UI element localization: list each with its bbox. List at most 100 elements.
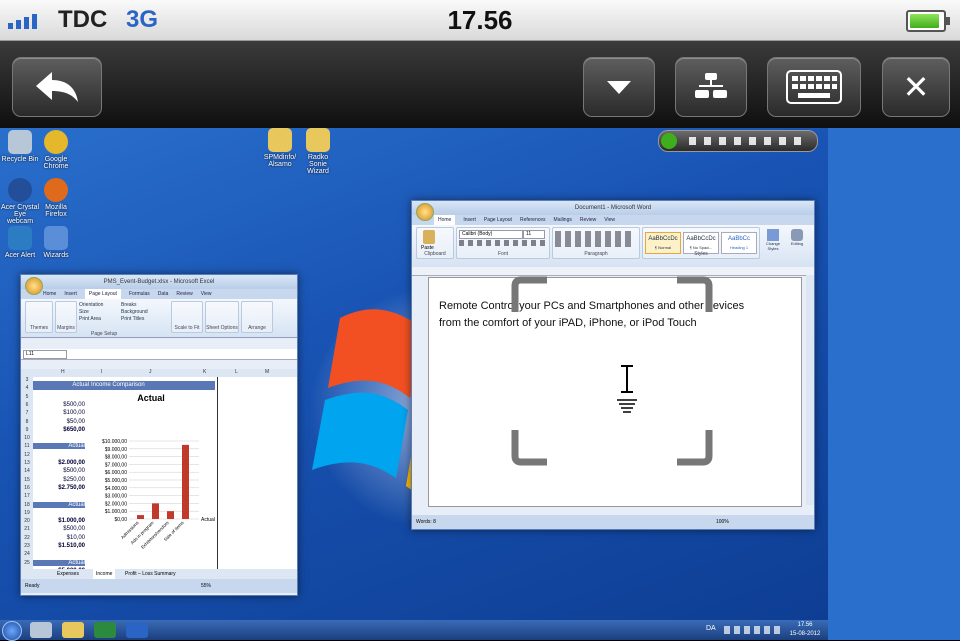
row-number[interactable]: 11 <box>21 443 33 449</box>
folder-taskbar-icon[interactable] <box>62 622 84 638</box>
word-vertical-scrollbar[interactable] <box>806 275 814 505</box>
dropdown-button[interactable] <box>583 57 655 117</box>
remote-session-bar[interactable] <box>658 130 818 152</box>
close-button[interactable]: ✕ <box>882 57 950 117</box>
row-number[interactable]: 24 <box>21 551 33 557</box>
value-cell[interactable]: $500,00 <box>33 526 85 532</box>
margins-button[interactable]: Margins <box>55 301 77 333</box>
col-j[interactable]: J <box>149 369 152 375</box>
value-cell[interactable]: $10,00 <box>33 535 85 541</box>
row-number[interactable]: 18 <box>21 502 33 508</box>
value-cell[interactable]: $500,00 <box>33 402 85 408</box>
excel-grid[interactable]: H I J K L M 3 4 5 6 7 8 9 10 11 12 13 14 15 16 17 18 19 2… <box>21 369 297 574</box>
desktop-icon-recycle-bin[interactable]: Recycle Bin <box>0 130 40 163</box>
start-button[interactable] <box>2 621 22 641</box>
value-cell[interactable]: $100,00 <box>33 410 85 416</box>
row-number[interactable]: 14 <box>21 468 33 474</box>
back-button[interactable] <box>12 57 102 117</box>
desktop-icon-chrome[interactable]: Google Chrome <box>36 130 76 170</box>
value-cell[interactable]: $50,00 <box>33 419 85 425</box>
word-window[interactable]: Document1 - Microsoft Word Home Insert P… <box>411 200 815 530</box>
taskbar-clock[interactable]: 17.56 15-08-2012 <box>784 621 826 639</box>
word-tab-references[interactable]: References <box>520 215 546 225</box>
arrange-button[interactable]: Arrange <box>241 301 273 333</box>
connections-button[interactable] <box>675 57 747 117</box>
name-box[interactable]: L11 <box>23 350 67 359</box>
word-zoom[interactable]: 100% <box>716 515 729 529</box>
excel-tab-data[interactable]: Data <box>158 289 169 299</box>
clipboard-group[interactable]: Paste Clipboard <box>416 227 454 259</box>
themes-group[interactable]: Themes <box>25 301 53 333</box>
excel-tab-page-layout[interactable]: Page Layout <box>84 289 121 299</box>
row-number[interactable]: 17 <box>21 493 33 499</box>
row-number[interactable]: 25 <box>21 560 33 566</box>
desktop-icon-folder-2[interactable]: Radko Sonie Wizard <box>298 128 338 175</box>
word-tab-home[interactable]: Home <box>434 215 456 225</box>
word-taskbar-icon[interactable] <box>126 622 148 638</box>
change-styles-button[interactable]: Change Styles <box>762 229 784 251</box>
actual-bar-chart[interactable]: $10.000,00 $9.000,00 $8.000,00$7.000,00 $6.… <box>89 431 217 569</box>
col-k[interactable]: K <box>203 369 206 375</box>
value-cell[interactable]: Actual <box>33 443 85 450</box>
excel-tab-view[interactable]: View <box>201 289 212 299</box>
row-number[interactable]: 13 <box>21 460 33 466</box>
remote-desktop[interactable]: Recycle Bin Google Chrome Acer Crystal E… <box>0 128 828 620</box>
row-number[interactable]: 4 <box>21 385 33 391</box>
keyboard-button[interactable] <box>767 57 861 117</box>
font-name-box[interactable]: Calibri (Body) <box>459 230 523 239</box>
system-tray-icons[interactable] <box>724 626 780 634</box>
word-titlebar[interactable]: Document1 - Microsoft Word <box>412 201 814 215</box>
desktop-icon-webcam[interactable]: Acer Crystal Eye webcam <box>0 178 40 225</box>
row-number[interactable]: 23 <box>21 543 33 549</box>
desktop-icon-wizards[interactable]: Wizards <box>36 226 76 259</box>
document-body[interactable]: Remote Control your PCs and Smartphones … <box>439 298 799 332</box>
row-number[interactable]: 8 <box>21 419 33 425</box>
page-setup-options[interactable]: Orientation Size Print Area <box>79 302 103 323</box>
row-number[interactable]: 9 <box>21 427 33 433</box>
desktop-icon-folder-1[interactable]: SPMdinfo/ Alsamo <box>260 128 300 168</box>
excel-titlebar[interactable]: PMS_Event-Budget.xlsx - Microsoft Excel <box>21 275 297 289</box>
excel-tab-review[interactable]: Review <box>176 289 192 299</box>
word-tab-insert[interactable]: Insert <box>463 215 476 225</box>
office-button-icon[interactable] <box>25 277 43 295</box>
sheet-tab-expenses[interactable]: Expenses <box>57 569 79 579</box>
sheet-options-button[interactable]: Sheet Options <box>205 301 239 333</box>
col-m[interactable]: M <box>265 369 269 375</box>
value-cell[interactable]: $1.510,00 <box>33 543 85 549</box>
value-cell[interactable]: $1.000,00 <box>33 518 85 524</box>
desktop-icon-firefox[interactable]: Mozilla Firefox <box>36 178 76 218</box>
sheet-tab-profit-loss[interactable]: Profit – Loss Summary <box>125 569 176 579</box>
page-setup-options-2[interactable]: Breaks Background Print Titles <box>121 302 148 323</box>
word-tab-review[interactable]: Review <box>580 215 596 225</box>
row-number[interactable]: 6 <box>21 402 33 408</box>
row-number[interactable]: 7 <box>21 410 33 416</box>
excel-tab-insert[interactable]: Insert <box>64 289 77 299</box>
col-h[interactable]: H <box>61 369 65 375</box>
font-size-box[interactable]: 11 <box>523 230 545 239</box>
value-cell[interactable]: $500,00 <box>33 468 85 474</box>
excel-taskbar-icon[interactable] <box>94 622 116 638</box>
paragraph-buttons[interactable] <box>555 231 635 247</box>
scale-to-fit-button[interactable]: Scale to Fit <box>171 301 203 333</box>
col-i[interactable]: I <box>101 369 102 375</box>
row-number[interactable]: 15 <box>21 477 33 483</box>
word-tab-page-layout[interactable]: Page Layout <box>484 215 512 225</box>
row-number[interactable]: 12 <box>21 452 33 458</box>
value-cell[interactable]: $650,00 <box>33 427 85 433</box>
row-number[interactable]: 10 <box>21 435 33 441</box>
row-number[interactable]: 20 <box>21 518 33 524</box>
value-cell[interactable]: $250,00 <box>33 477 85 483</box>
word-tab-mailings[interactable]: Mailings <box>554 215 572 225</box>
excel-tab-home[interactable]: Home <box>43 289 56 299</box>
font-format-buttons[interactable] <box>459 240 545 246</box>
row-number[interactable]: 16 <box>21 485 33 491</box>
excel-tab-formulas[interactable]: Formulas <box>129 289 150 299</box>
row-number[interactable]: 3 <box>21 377 33 383</box>
value-cell[interactable]: Actual <box>33 559 85 566</box>
explorer-taskbar-icon[interactable] <box>30 622 52 638</box>
document-page[interactable]: Remote Control your PCs and Smartphones … <box>428 276 802 507</box>
row-number[interactable]: 21 <box>21 526 33 532</box>
row-number[interactable]: 22 <box>21 535 33 541</box>
row-number[interactable]: 5 <box>21 394 33 400</box>
col-l[interactable]: L <box>235 369 238 375</box>
